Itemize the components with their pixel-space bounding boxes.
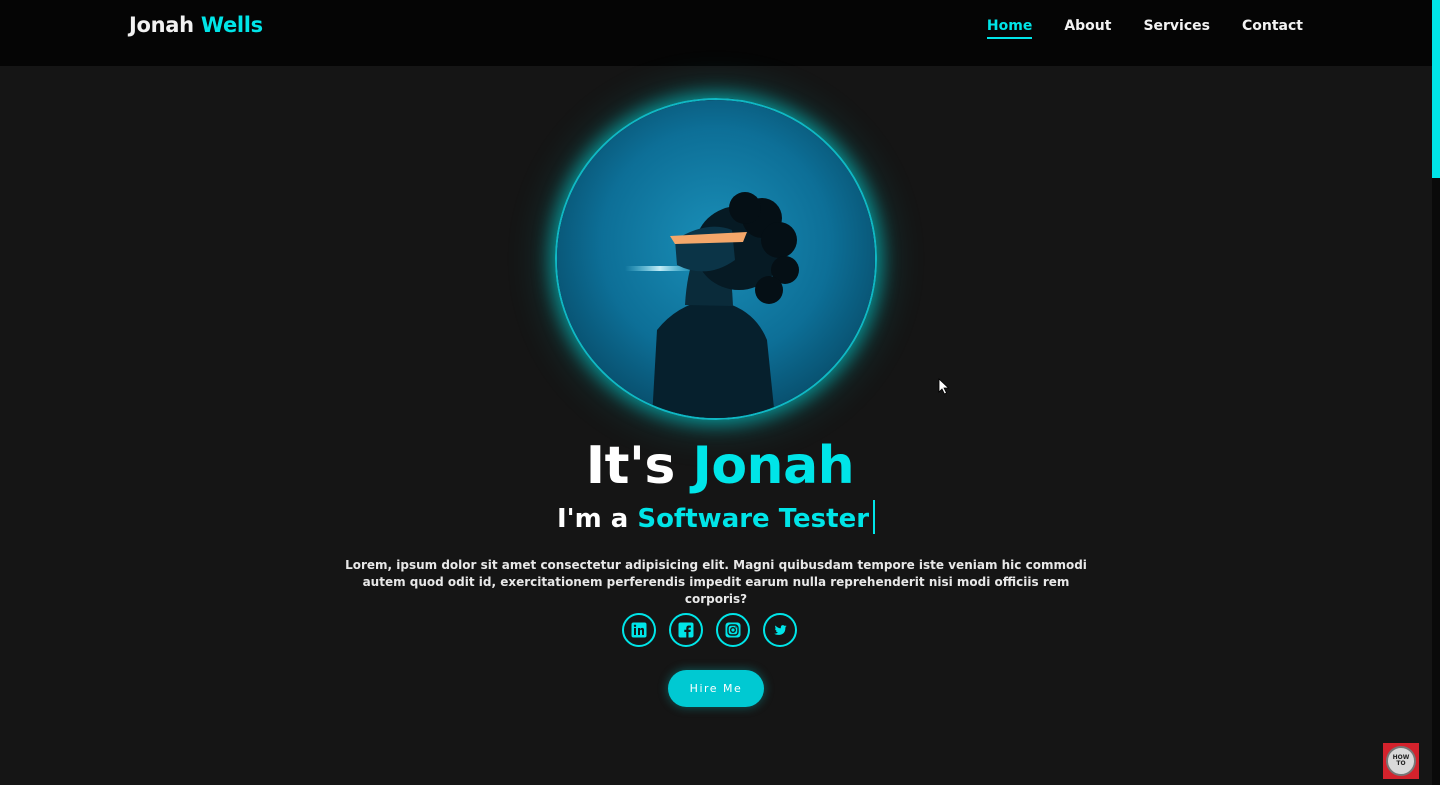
facebook-button[interactable] xyxy=(669,613,703,647)
role-prefix: I'm a xyxy=(556,504,629,534)
hero-heading: It's Jonah xyxy=(0,436,1440,496)
hero-description: Lorem, ipsum dolor sit amet consectetur … xyxy=(345,558,1087,606)
facebook-icon xyxy=(678,622,694,638)
social-links xyxy=(622,613,797,647)
page-scrollbar[interactable] xyxy=(1432,0,1440,785)
logo-last-name: Wells xyxy=(200,13,263,37)
linkedin-icon xyxy=(631,622,647,638)
channel-badge: HOW TO xyxy=(1383,743,1419,779)
instagram-icon xyxy=(725,622,741,638)
profile-photo xyxy=(557,100,875,418)
nav-home[interactable]: Home xyxy=(986,18,1033,39)
instagram-button[interactable] xyxy=(716,613,750,647)
nav-services[interactable]: Services xyxy=(1143,18,1210,38)
site-header: Jonah Wells Home About Services Contact xyxy=(0,0,1432,66)
profile-avatar xyxy=(555,98,877,420)
twitter-icon xyxy=(774,625,787,635)
logo-first-name: Jonah xyxy=(129,13,194,37)
nav-contact[interactable]: Contact xyxy=(1242,18,1303,38)
mouse-pointer-icon xyxy=(938,378,950,395)
main-nav: Home About Services Contact xyxy=(986,18,1303,39)
hero-subheading: I'm a Software Tester xyxy=(0,499,1432,534)
typing-cursor xyxy=(873,499,876,534)
scrollbar-thumb[interactable] xyxy=(1432,0,1440,178)
twitter-button[interactable] xyxy=(763,613,797,647)
badge-logo: HOW TO xyxy=(1386,746,1416,776)
page: Jonah Wells Home About Services Contact xyxy=(0,0,1440,785)
linkedin-button[interactable] xyxy=(622,613,656,647)
heading-name: Jonah xyxy=(692,436,855,496)
heading-prefix: It's xyxy=(585,436,676,496)
site-logo[interactable]: Jonah Wells xyxy=(129,13,263,37)
role-text: Software Tester xyxy=(637,504,870,534)
hire-me-button[interactable]: Hire Me xyxy=(668,670,764,707)
nav-about[interactable]: About xyxy=(1064,18,1111,38)
